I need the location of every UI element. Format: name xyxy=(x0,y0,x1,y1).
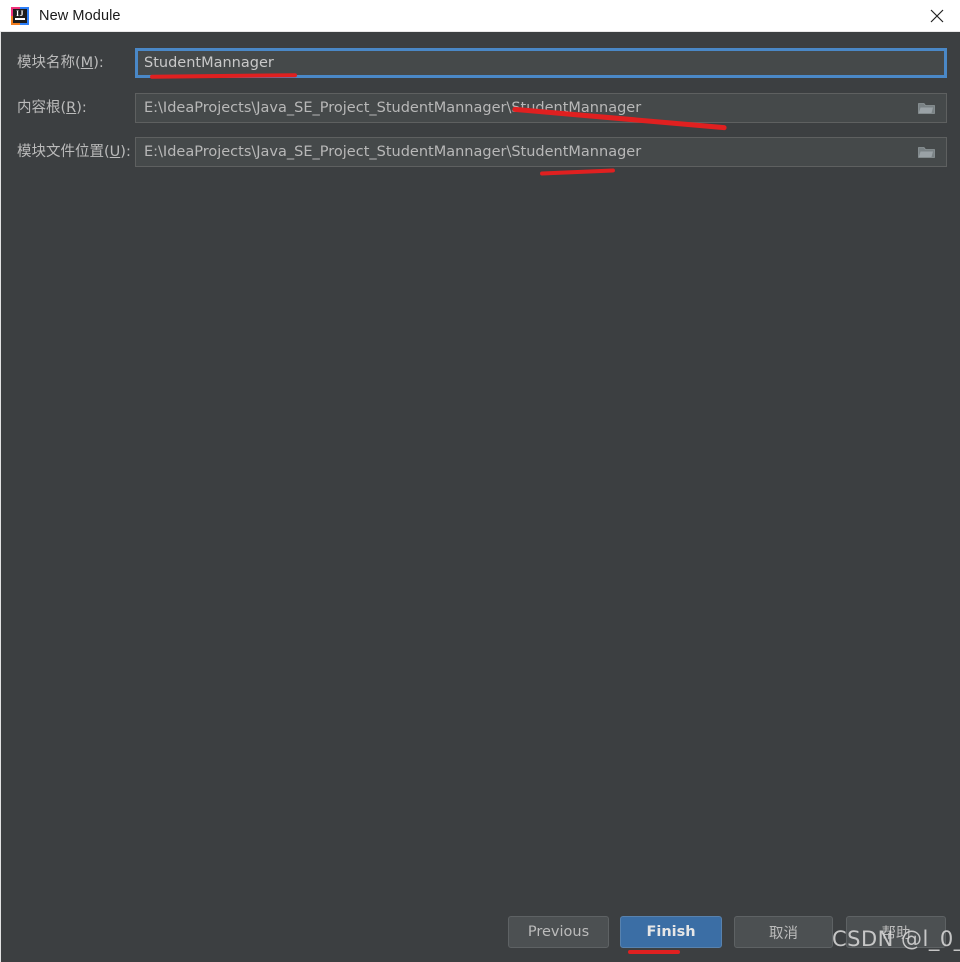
content-root-label: 内容根(R): xyxy=(17,100,87,116)
module-file-location-label: 模块文件位置(U): xyxy=(17,144,131,160)
module-file-location-input[interactable]: E:\IdeaProjects\Java_SE_Project_StudentM… xyxy=(135,137,947,167)
intellij-idea-icon: IJ xyxy=(11,6,29,25)
cancel-button[interactable]: 取消 xyxy=(734,916,833,948)
help-button[interactable]: 帮助 xyxy=(846,916,946,948)
title-bar: IJ New Module xyxy=(0,0,960,32)
previous-button[interactable]: Previous xyxy=(508,916,609,948)
dialog-body: 模块名称(M): StudentMannager 内容根(R): E:\Idea… xyxy=(0,32,960,962)
module-file-location-browse-button[interactable] xyxy=(907,137,947,167)
folder-icon xyxy=(918,101,935,115)
folder-icon xyxy=(918,145,935,159)
module-name-label: 模块名称(M): xyxy=(17,55,104,71)
content-root-browse-button[interactable] xyxy=(907,93,947,123)
content-root-input[interactable]: E:\IdeaProjects\Java_SE_Project_StudentM… xyxy=(135,93,947,123)
module-name-input[interactable]: StudentMannager xyxy=(135,48,947,78)
window-title: New Module xyxy=(39,7,121,24)
dialog-button-bar: Previous Finish 取消 帮助 xyxy=(1,906,960,962)
close-icon[interactable] xyxy=(914,0,960,31)
finish-button[interactable]: Finish xyxy=(620,916,722,948)
